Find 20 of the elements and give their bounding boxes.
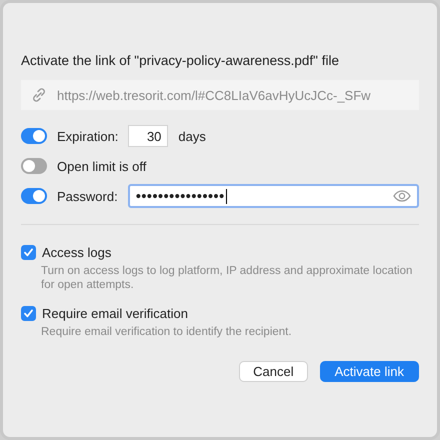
option-label: Access logs (42, 245, 112, 260)
toggle-switch[interactable] (21, 128, 47, 144)
days-field[interactable]: 30 (128, 125, 168, 147)
cancel-button[interactable]: Cancel (239, 361, 308, 382)
password-field[interactable]: •••••••••••••••• (128, 184, 419, 208)
toggle-label: Expiration: (57, 128, 118, 144)
show-password-icon[interactable] (393, 190, 411, 202)
unit-label: days (178, 128, 206, 144)
toggle-switch[interactable] (21, 188, 47, 204)
dialog-title: Activate the link of "privacy-policy-awareness.pdf" file (21, 53, 340, 68)
toggle-label: Open limit is off (57, 158, 146, 174)
toggle-label: Password: (57, 188, 118, 204)
toggle-switch[interactable] (21, 158, 47, 174)
activate-button[interactable]: Activate link (320, 361, 419, 382)
option-description: Require email verification to identify the recipient. (41, 325, 293, 339)
option-label: Require email verification (42, 306, 188, 321)
option-description: Turn on access logs to log platform, IP address and approximate location for open attempts. (41, 264, 414, 292)
checkbox[interactable] (21, 245, 36, 260)
checkbox[interactable] (21, 306, 36, 321)
link-icon (31, 87, 47, 103)
